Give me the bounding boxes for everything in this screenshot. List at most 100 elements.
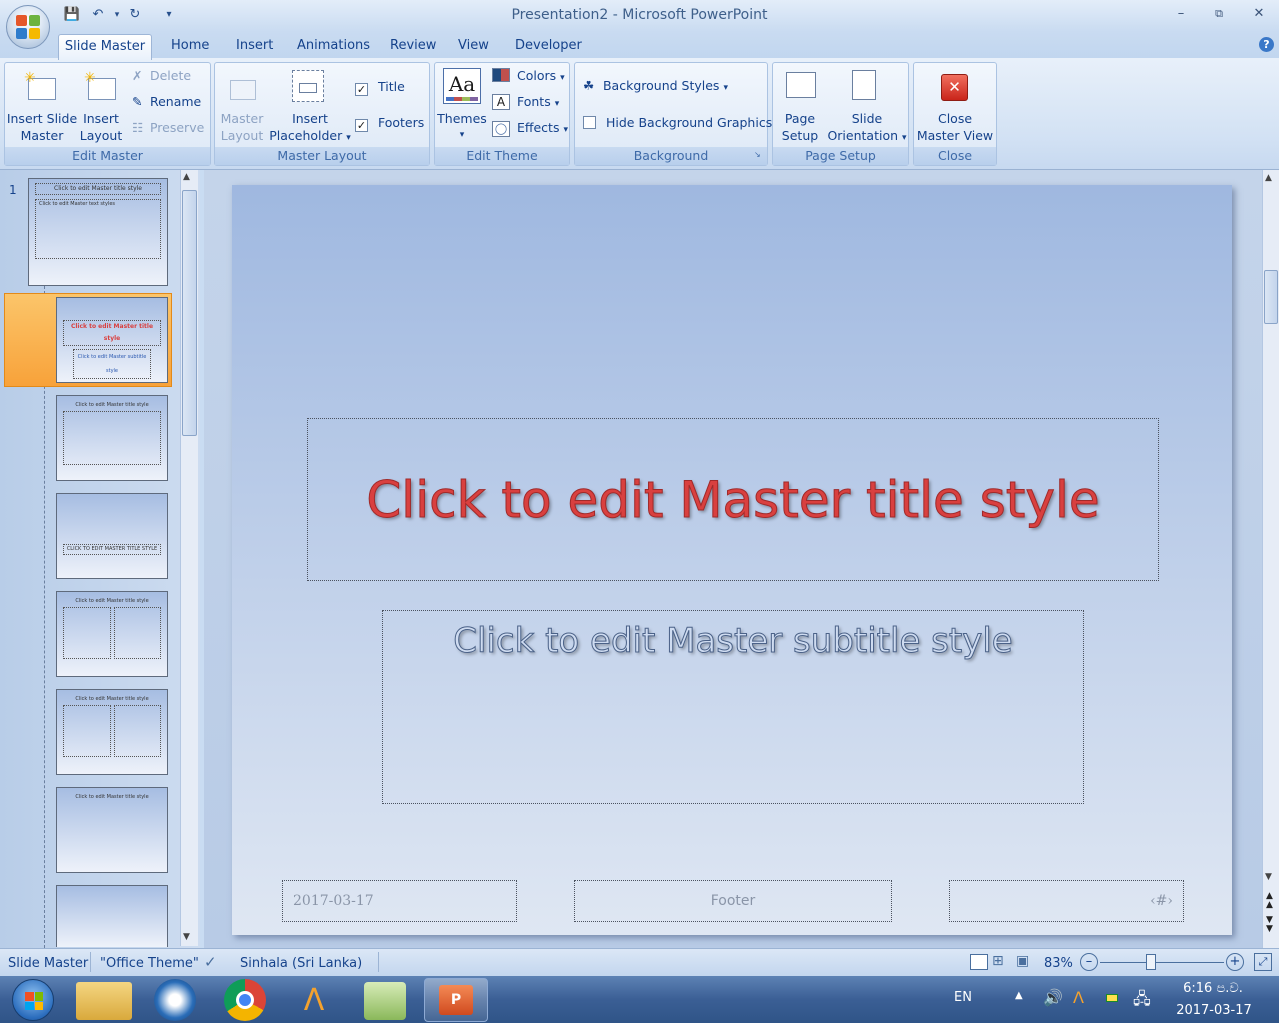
rename-button[interactable]: ✎ Rename — [132, 94, 201, 109]
insert-slide-master-button[interactable]: Insert Slide Master — [6, 110, 78, 144]
office-button[interactable] — [6, 5, 50, 49]
previous-slide-icon[interactable]: ▲ ▲ — [1266, 892, 1273, 910]
colors-button[interactable]: Colors ▾ — [492, 68, 565, 83]
layout-thumbnail-title[interactable]: Click to edit Master title style Click t… — [56, 297, 168, 383]
start-button-icon[interactable] — [12, 979, 54, 1021]
layout-thumbnail-two-content[interactable]: Click to edit Master title style — [56, 591, 168, 677]
tab-review[interactable]: Review — [390, 38, 436, 53]
show-hidden-icons-icon[interactable]: ▲ — [1015, 990, 1023, 1001]
preserve-button[interactable]: ☷ Preserve — [132, 120, 204, 135]
powerpoint-taskbar-button[interactable]: P — [424, 978, 488, 1022]
label-line2: Orientation — [827, 128, 899, 143]
network-icon[interactable]: 🖧 — [1133, 988, 1151, 1015]
page-number-placeholder[interactable]: ‹#› — [949, 880, 1184, 922]
input-language[interactable]: EN — [954, 990, 972, 1005]
thumb-title: Click to edit Master title style — [75, 402, 149, 408]
paint-bucket-icon: ☘ — [583, 78, 595, 93]
delta-app-icon[interactable]: Λ — [294, 982, 334, 1020]
layout-thumbnail-section[interactable]: CLICK TO EDIT MASTER TITLE STYLE — [56, 493, 168, 579]
restore-icon[interactable]: ⧉ — [1208, 4, 1230, 24]
tab-home[interactable]: Home — [171, 38, 209, 53]
insert-placeholder-button[interactable]: Insert Placeholder ▾ — [268, 110, 352, 147]
scroll-thumb[interactable] — [182, 190, 197, 436]
page-setup-button[interactable]: Page Setup — [776, 110, 824, 144]
tab-slide-master[interactable]: Slide Master — [58, 34, 152, 60]
thumb-body — [63, 411, 161, 465]
delete-label: Delete — [149, 68, 192, 83]
layout-thumbnail-content[interactable]: Click to edit Master title style — [56, 395, 168, 481]
scroll-thumb[interactable] — [1264, 270, 1278, 324]
tab-developer[interactable]: Developer — [515, 38, 582, 53]
label-line2: Layout — [79, 128, 123, 143]
footer-placeholder[interactable]: Footer — [574, 880, 892, 922]
delete-button[interactable]: ✗ Delete — [132, 68, 191, 83]
subtitle-placeholder[interactable]: Click to edit Master subtitle style — [382, 610, 1084, 804]
chrome-icon[interactable] — [224, 979, 266, 1021]
chevron-down-icon: ▾ — [554, 99, 560, 109]
themes-button[interactable]: Themes ▾ — [436, 110, 488, 144]
date-placeholder[interactable]: 2017-03-17 — [282, 880, 517, 922]
scroll-up-icon[interactable]: ▲ — [183, 172, 190, 182]
dialog-launcher-icon[interactable]: ↘ — [754, 150, 761, 159]
scroll-up-icon[interactable]: ▲ — [1265, 173, 1272, 183]
zoom-out-icon[interactable]: – — [1080, 953, 1098, 971]
zoom-slider-track[interactable] — [1100, 962, 1224, 963]
volume-icon[interactable]: 🔊 — [1043, 988, 1063, 1007]
next-slide-icon[interactable]: ▼ ▼ — [1266, 916, 1273, 934]
layout-thumbnail-title-only[interactable]: Click to edit Master title style — [56, 787, 168, 873]
fonts-button[interactable]: A Fonts ▾ — [492, 94, 559, 110]
clock-time[interactable]: 6:16 ප.ව. — [1178, 981, 1248, 996]
slide-orientation-icon — [852, 70, 876, 100]
title-checkbox[interactable]: ✓ Title — [355, 79, 405, 96]
thumbnail-scrollbar[interactable]: ▲ ▼ — [180, 170, 198, 946]
footers-checkbox[interactable]: ✓ Footers — [355, 115, 424, 132]
slide-sorter-icon[interactable]: ⊞ — [992, 953, 1004, 969]
slide-scrollbar[interactable]: ▲ ▼ ▲ ▲ ▼ ▼ — [1262, 170, 1279, 948]
zoom-level[interactable]: 83% — [1044, 956, 1073, 971]
master-title-text: Click to edit Master title style — [366, 470, 1100, 529]
tab-animations[interactable]: Animations — [297, 38, 370, 53]
status-language[interactable]: Sinhala (Sri Lanka) — [240, 956, 362, 971]
chevron-down-icon: ▾ — [902, 133, 907, 143]
master-thumbnail[interactable]: Click to edit Master title style Click t… — [28, 178, 168, 286]
fit-to-window-icon[interactable]: ⤢ — [1254, 953, 1272, 971]
master-layout-button[interactable]: Master Layout — [216, 110, 268, 144]
themes-icon: Aa — [443, 68, 481, 104]
tab-view[interactable]: View — [458, 38, 489, 53]
close-window-icon[interactable]: ✕ — [1248, 4, 1270, 24]
group-label: Page Setup — [773, 147, 908, 165]
zoom-in-icon[interactable]: + — [1226, 953, 1244, 971]
close-master-view-button[interactable]: Close Master View — [913, 110, 997, 144]
layout-thumbnail-blank[interactable] — [56, 885, 168, 947]
spell-check-icon[interactable]: ✓ — [204, 953, 217, 971]
minimize-icon[interactable]: – — [1170, 4, 1192, 24]
insert-layout-button[interactable]: Insert Layout — [78, 110, 124, 144]
slide-show-icon[interactable]: ▣ — [1016, 953, 1029, 969]
file-explorer-icon[interactable] — [76, 982, 132, 1020]
tab-insert[interactable]: Insert — [236, 38, 273, 53]
effects-button[interactable]: ◯ Effects ▾ — [492, 120, 568, 137]
zoom-slider-thumb[interactable] — [1146, 954, 1156, 970]
divider — [378, 952, 379, 972]
scroll-down-icon[interactable]: ▼ — [1265, 872, 1272, 882]
battery-tray-icon[interactable] — [1106, 994, 1118, 1002]
scroll-down-icon[interactable]: ▼ — [183, 932, 190, 942]
label-line1: Master — [220, 111, 264, 126]
delta-tray-icon[interactable]: Λ — [1073, 988, 1084, 1007]
layout-thumbnail-comparison[interactable]: Click to edit Master title style — [56, 689, 168, 775]
slide-orientation-button[interactable]: Slide Orientation ▾ — [826, 110, 908, 147]
close-master-view-icon: ✕ — [941, 74, 968, 101]
insert-layout-icon: ✳ — [84, 70, 118, 100]
hide-background-graphics-checkbox[interactable]: Hide Background Graphics — [583, 115, 772, 130]
notes-app-icon[interactable] — [364, 982, 406, 1020]
status-theme: "Office Theme" — [100, 956, 199, 971]
label-line1: Page — [784, 111, 816, 126]
fonts-label: Fonts — [516, 94, 551, 109]
label-line2: Master — [20, 128, 64, 143]
browser-app-icon[interactable] — [154, 979, 196, 1021]
title-placeholder[interactable]: Click to edit Master title style — [307, 418, 1159, 581]
normal-view-icon[interactable] — [970, 954, 988, 970]
background-styles-button[interactable]: ☘ Background Styles ▾ — [583, 78, 728, 93]
help-icon[interactable]: ? — [1259, 37, 1274, 52]
clock-date[interactable]: 2017-03-17 — [1172, 1003, 1256, 1018]
